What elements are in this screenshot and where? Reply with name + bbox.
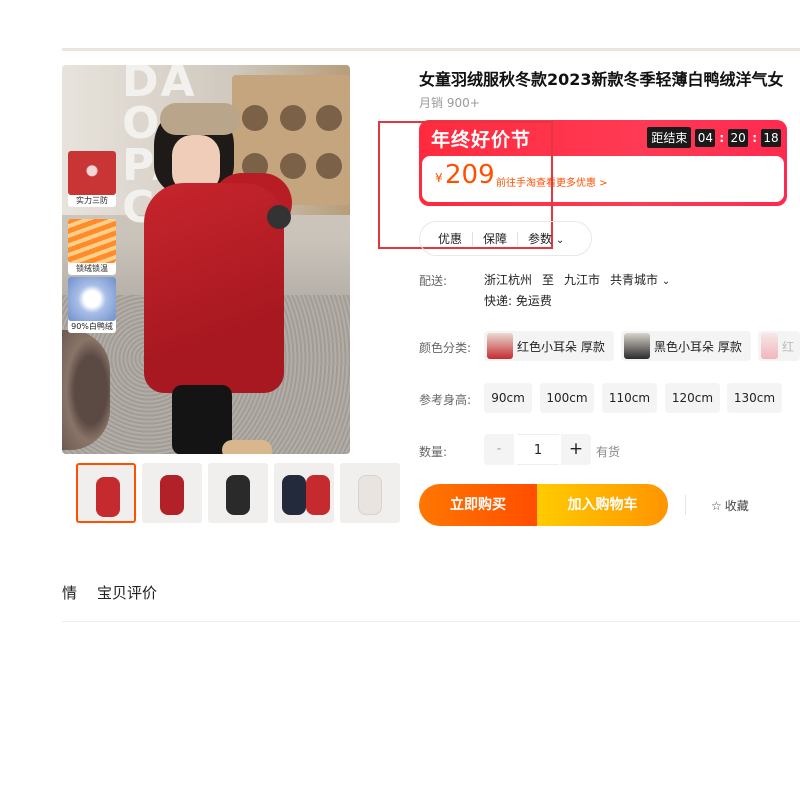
express-fee: 快递: 免运费	[484, 294, 552, 308]
red-jacket	[144, 183, 284, 393]
color-option-black[interactable]: 黑色小耳朵 厚款	[621, 331, 751, 361]
feature-tile-down: 90%白鸭绒	[68, 277, 116, 333]
feature-tile-warmth: 锁绒锁温	[68, 219, 116, 275]
info-tabs: 优惠 保障 参数 ⌄	[419, 221, 592, 256]
bottom-divider	[62, 621, 800, 622]
feature-tile-label: 实力三防	[76, 196, 108, 205]
countdown-minutes: 20	[728, 128, 749, 147]
warmth-layers-icon	[68, 219, 116, 263]
down-feather-icon	[68, 277, 116, 321]
shelf-hole	[242, 105, 268, 131]
action-divider	[685, 495, 686, 515]
tab-discounts[interactable]: 优惠	[420, 231, 474, 246]
thumbnail-figure	[282, 475, 306, 515]
color-option-label: 红色小耳朵 厚款	[517, 339, 605, 354]
tab-params-label: 参数	[528, 231, 553, 246]
top-divider	[62, 48, 800, 51]
color-swatch	[761, 333, 778, 359]
size-label: 参考身高:	[419, 393, 472, 407]
size-option-120[interactable]: 120cm	[665, 383, 720, 413]
thumbnail-2[interactable]	[142, 463, 202, 523]
countdown-separator: :	[719, 130, 725, 145]
thumbnail-strip	[62, 463, 400, 525]
color-option-label: 黑色小耳朵 厚款	[654, 339, 742, 354]
ship-from: 浙江杭州	[484, 273, 533, 287]
chevron-down-icon: ⌄	[555, 234, 565, 246]
size-option-100[interactable]: 100cm	[540, 383, 594, 413]
shelf-hole	[316, 153, 342, 179]
shelf-hole	[280, 105, 306, 131]
thumbnail-figure	[160, 475, 184, 515]
hood-ear	[267, 205, 291, 229]
size-option-110[interactable]: 110cm	[602, 383, 657, 413]
ship-district[interactable]: 共青城市 ⌄	[610, 271, 670, 288]
monthly-sales: 月销 900+	[419, 96, 480, 110]
countdown-timer: 距结束 04 : 20 : 18	[647, 127, 781, 148]
ship-to-city[interactable]: 九江市	[564, 271, 600, 288]
quantity-label: 数量:	[419, 445, 448, 459]
quantity-decrease-button[interactable]: -	[484, 434, 514, 465]
thumbnail-figure	[358, 475, 382, 515]
feature-tile-waterproof: 实力三防	[68, 151, 116, 207]
favorite-label: 收藏	[724, 499, 749, 513]
countdown-separator: :	[752, 130, 757, 145]
thumbnail-5[interactable]	[340, 463, 400, 523]
tab-params[interactable]: 参数 ⌄	[518, 232, 574, 246]
shelf-hole	[280, 153, 306, 179]
feature-tile-label: 锁绒锁温	[76, 264, 108, 273]
shipping-route: 浙江杭州 至 九江市 共青城市 ⌄	[484, 271, 670, 288]
buy-now-button[interactable]: 立即购买	[419, 484, 537, 526]
stock-status: 有货	[596, 445, 621, 459]
size-option-130[interactable]: 130cm	[727, 383, 782, 413]
tab-guarantee[interactable]: 保障	[473, 231, 519, 246]
detail-tabs: 情 宝贝评价	[62, 582, 157, 603]
favorite-button[interactable]: ☆ 收藏	[711, 497, 749, 514]
color-swatch	[487, 333, 513, 359]
feature-tile-label: 90%白鸭绒	[71, 322, 113, 331]
quantity-increase-button[interactable]: +	[561, 434, 591, 465]
size-option-90[interactable]: 90cm	[484, 383, 532, 413]
color-option-third[interactable]: 红	[758, 331, 800, 361]
quantity-input[interactable]: 1	[517, 434, 559, 465]
ship-district-label: 共青城市	[610, 273, 659, 287]
thumbnail-figure	[226, 475, 250, 515]
thumbnail-4[interactable]	[274, 463, 334, 523]
star-icon: ☆	[711, 498, 722, 513]
thumbnail-figure	[306, 475, 330, 515]
shipping-label: 配送:	[419, 274, 448, 288]
product-title: 女童羽绒服秋冬款2023新款冬季轻薄白鸭绒洋气女	[419, 70, 784, 89]
thumbnail-1[interactable]	[76, 463, 136, 523]
chevron-down-icon: ⌄	[661, 276, 671, 287]
color-option-label: 红	[781, 339, 794, 354]
waterproof-icon	[68, 151, 116, 195]
thumbnail-figure	[96, 477, 120, 517]
dog	[222, 440, 272, 454]
color-option-red[interactable]: 红色小耳朵 厚款	[484, 331, 614, 361]
color-label: 颜色分类:	[419, 341, 472, 355]
countdown-label: 距结束	[647, 127, 692, 148]
tab-reviews[interactable]: 宝贝评价	[97, 582, 157, 603]
tab-details[interactable]: 情	[62, 582, 77, 603]
main-product-image[interactable]: DA OS PA CE 实力三防 锁绒锁温 90%白鸭绒	[62, 65, 350, 454]
thumbnail-3[interactable]	[208, 463, 268, 523]
shelf-hole	[316, 105, 342, 131]
add-to-cart-button[interactable]: 加入购物车	[537, 484, 668, 526]
kid-headband	[160, 103, 240, 135]
color-swatch	[624, 333, 650, 359]
countdown-seconds: 18	[761, 128, 781, 147]
image-basket	[62, 330, 110, 450]
ship-to-word: 至	[542, 273, 555, 287]
countdown-hours: 04	[695, 128, 716, 147]
